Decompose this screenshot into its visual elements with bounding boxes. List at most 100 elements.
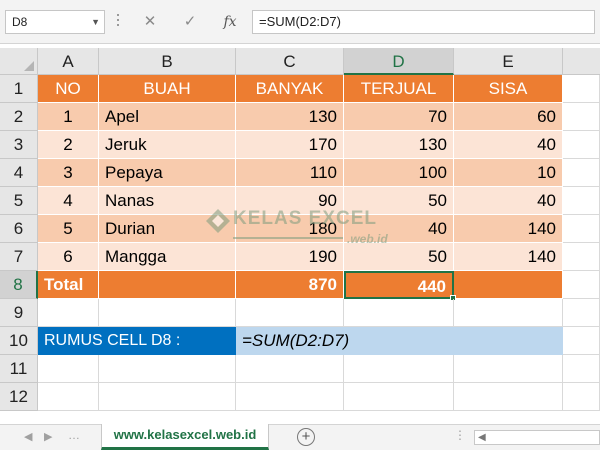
table-cell-sisa[interactable]: 40 — [454, 187, 563, 215]
empty-cell[interactable] — [563, 271, 600, 299]
sheet-tab-active[interactable]: www.kelasexcel.web.id — [101, 424, 269, 450]
empty-cell[interactable] — [563, 215, 600, 243]
empty-cell[interactable] — [563, 243, 600, 271]
row-header-6[interactable]: 6 — [0, 215, 38, 243]
header-cell-buah[interactable]: BUAH — [99, 75, 236, 103]
row-header-9[interactable]: 9 — [0, 299, 38, 327]
table-cell-sisa[interactable]: 140 — [454, 215, 563, 243]
empty-cell[interactable] — [454, 299, 563, 327]
add-sheet-icon[interactable]: + — [297, 428, 315, 446]
empty-cell[interactable] — [99, 383, 236, 411]
table-cell-terjual[interactable]: 50 — [344, 187, 454, 215]
table-cell-sisa[interactable]: 40 — [454, 131, 563, 159]
table-cell-buah[interactable]: Mangga — [99, 243, 236, 271]
total-label-cell[interactable]: Total — [38, 271, 99, 299]
header-cell-no[interactable]: NO — [38, 75, 99, 103]
row-header-4[interactable]: 4 — [0, 159, 38, 187]
header-cell-terjual[interactable]: TERJUAL — [344, 75, 454, 103]
table-cell-buah[interactable]: Nanas — [99, 187, 236, 215]
table-cell-buah[interactable]: Pepaya — [99, 159, 236, 187]
column-header-f[interactable] — [563, 48, 600, 75]
empty-cell[interactable] — [236, 383, 344, 411]
empty-cell[interactable] — [344, 299, 454, 327]
scroll-left-icon[interactable]: ◀ — [24, 430, 32, 443]
empty-cell[interactable] — [563, 355, 600, 383]
total-banyak-cell[interactable]: 870 — [236, 271, 344, 299]
empty-cell[interactable] — [236, 355, 344, 383]
table-cell-no[interactable]: 2 — [38, 131, 99, 159]
empty-cell[interactable] — [38, 355, 99, 383]
table-cell-banyak[interactable]: 90 — [236, 187, 344, 215]
empty-cell[interactable] — [344, 383, 454, 411]
total-empty-cell[interactable] — [454, 271, 563, 299]
column-header-c[interactable]: C — [236, 48, 344, 75]
empty-cell[interactable] — [38, 383, 99, 411]
header-cell-sisa[interactable]: SISA — [454, 75, 563, 103]
empty-cell[interactable] — [344, 355, 454, 383]
table-cell-no[interactable]: 4 — [38, 187, 99, 215]
enter-icon[interactable]: ✓ — [176, 10, 204, 34]
column-header-a[interactable]: A — [38, 48, 99, 75]
empty-cell[interactable] — [99, 299, 236, 327]
name-box[interactable]: D8 ▼ — [5, 10, 105, 34]
empty-cell[interactable] — [563, 299, 600, 327]
table-cell-terjual[interactable]: 70 — [344, 103, 454, 131]
table-cell-terjual[interactable]: 40 — [344, 215, 454, 243]
empty-cell[interactable] — [454, 383, 563, 411]
table-cell-terjual[interactable]: 50 — [344, 243, 454, 271]
scroll-right-icon[interactable]: ▶ — [44, 430, 52, 443]
table-cell-buah[interactable]: Durian — [99, 215, 236, 243]
formula-note-label[interactable]: RUMUS CELL D8 : — [38, 327, 236, 355]
empty-cell[interactable] — [563, 75, 600, 103]
column-header-d[interactable]: D — [344, 48, 454, 75]
formula-input[interactable]: =SUM(D2:D7) — [252, 10, 595, 34]
table-cell-banyak[interactable]: 110 — [236, 159, 344, 187]
table-cell-sisa[interactable]: 140 — [454, 243, 563, 271]
table-cell-banyak[interactable]: 170 — [236, 131, 344, 159]
table-cell-banyak[interactable]: 190 — [236, 243, 344, 271]
table-cell-banyak[interactable]: 130 — [236, 103, 344, 131]
empty-cell[interactable] — [563, 159, 600, 187]
row-header-5[interactable]: 5 — [0, 187, 38, 215]
empty-cell[interactable] — [563, 103, 600, 131]
table-cell-terjual[interactable]: 100 — [344, 159, 454, 187]
empty-cell[interactable] — [563, 187, 600, 215]
empty-cell[interactable] — [236, 299, 344, 327]
empty-cell[interactable] — [38, 299, 99, 327]
empty-cell[interactable] — [99, 355, 236, 383]
table-cell-buah[interactable]: Jeruk — [99, 131, 236, 159]
select-all-button[interactable] — [0, 48, 38, 75]
more-sheets-icon[interactable]: … — [68, 428, 81, 442]
table-cell-sisa[interactable]: 60 — [454, 103, 563, 131]
row-header-1[interactable]: 1 — [0, 75, 38, 103]
cancel-icon[interactable]: ✕ — [136, 10, 164, 34]
row-header-11[interactable]: 11 — [0, 355, 38, 383]
formula-note-value[interactable]: =SUM(D2:D7) — [236, 327, 563, 355]
scroll-left-arrow-icon[interactable]: ◀ — [478, 431, 486, 444]
table-cell-banyak[interactable]: 180 — [236, 215, 344, 243]
table-cell-no[interactable]: 5 — [38, 215, 99, 243]
column-header-e[interactable]: E — [454, 48, 563, 75]
table-cell-no[interactable]: 1 — [38, 103, 99, 131]
table-cell-no[interactable]: 6 — [38, 243, 99, 271]
empty-cell[interactable] — [454, 355, 563, 383]
table-cell-buah[interactable]: Apel — [99, 103, 236, 131]
table-cell-terjual[interactable]: 130 — [344, 131, 454, 159]
drag-handle-icon[interactable] — [117, 14, 120, 30]
chevron-down-icon[interactable]: ▼ — [91, 11, 100, 33]
column-header-b[interactable]: B — [99, 48, 236, 75]
total-empty-cell[interactable] — [99, 271, 236, 299]
row-header-8[interactable]: 8 — [0, 271, 38, 299]
table-cell-no[interactable]: 3 — [38, 159, 99, 187]
row-header-7[interactable]: 7 — [0, 243, 38, 271]
header-cell-banyak[interactable]: BANYAK — [236, 75, 344, 103]
row-header-10[interactable]: 10 — [0, 327, 38, 355]
empty-cell[interactable] — [563, 327, 600, 355]
total-terjual-cell-selected[interactable]: 440 — [344, 271, 454, 299]
table-cell-sisa[interactable]: 10 — [454, 159, 563, 187]
tab-splitter-icon[interactable]: ⋮ — [454, 428, 466, 442]
row-header-12[interactable]: 12 — [0, 383, 38, 411]
horizontal-scrollbar[interactable]: ◀ — [474, 430, 600, 445]
insert-function-icon[interactable]: fx — [216, 10, 244, 34]
empty-cell[interactable] — [563, 383, 600, 411]
